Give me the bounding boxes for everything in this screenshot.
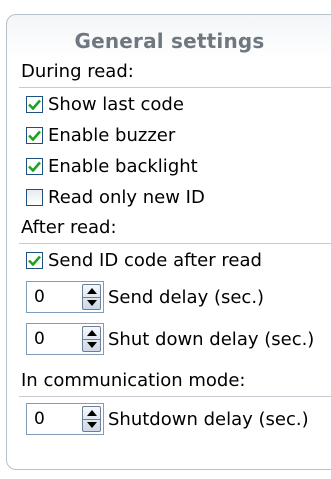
comm-shutdown-delay-row: 0 Shutdown delay (sec.) (26, 403, 309, 435)
read-only-new-id-option[interactable]: Read only new ID (26, 184, 205, 210)
spin-up-icon (87, 410, 97, 416)
show-last-code-label: Show last code (48, 93, 184, 115)
general-settings-panel: General settings During read: Show last … (6, 14, 331, 470)
comm-shutdown-delay-spinner[interactable]: 0 (26, 403, 104, 435)
spin-up-icon (87, 288, 97, 294)
enable-buzzer-option[interactable]: Enable buzzer (26, 122, 175, 148)
send-delay-spinner[interactable]: 0 (26, 281, 104, 313)
shut-down-delay-spinner[interactable]: 0 (26, 323, 104, 355)
show-last-code-option[interactable]: Show last code (26, 91, 184, 117)
send-id-after-read-label: Send ID code after read (48, 249, 262, 271)
checkmark-icon (28, 130, 41, 141)
panel-title: General settings (74, 29, 265, 53)
send-delay-value[interactable]: 0 (34, 287, 45, 307)
send-id-after-read-checkbox[interactable] (26, 251, 43, 269)
shut-down-delay-label: Shut down delay (sec.) (108, 328, 315, 350)
enable-buzzer-label: Enable buzzer (48, 124, 176, 146)
spinner-arrows-icon[interactable] (82, 326, 101, 352)
section-after-read: After read: (21, 217, 117, 238)
read-only-new-id-checkbox[interactable] (26, 188, 43, 206)
enable-backlight-label: Enable backlight (48, 155, 198, 177)
divider (19, 87, 331, 88)
send-delay-label: Send delay (sec.) (108, 286, 265, 308)
shut-down-delay-row: 0 Shut down delay (sec.) (26, 323, 314, 355)
spin-up-icon (87, 330, 97, 336)
checkmark-icon (28, 99, 41, 110)
spinner-arrows-icon[interactable] (82, 284, 101, 310)
comm-shutdown-delay-value[interactable]: 0 (34, 409, 45, 429)
spin-down-icon (87, 300, 97, 306)
divider (19, 243, 331, 244)
enable-buzzer-checkbox[interactable] (26, 126, 43, 144)
enable-backlight-option[interactable]: Enable backlight (26, 153, 198, 179)
checkmark-icon (28, 161, 41, 172)
read-only-new-id-label: Read only new ID (48, 186, 205, 208)
send-id-after-read-option[interactable]: Send ID code after read (26, 247, 262, 273)
show-last-code-checkbox[interactable] (26, 95, 43, 113)
section-communication-mode: In communication mode: (21, 370, 246, 391)
spinner-arrows-icon[interactable] (82, 406, 101, 432)
comm-shutdown-delay-label: Shutdown delay (sec.) (108, 408, 309, 430)
spin-down-icon (87, 422, 97, 428)
send-delay-row: 0 Send delay (sec.) (26, 281, 264, 313)
checkmark-icon (28, 255, 41, 266)
divider (19, 396, 331, 397)
enable-backlight-checkbox[interactable] (26, 157, 43, 175)
shut-down-delay-value[interactable]: 0 (34, 329, 45, 349)
section-during-read: During read: (21, 61, 134, 82)
spin-down-icon (87, 342, 97, 348)
